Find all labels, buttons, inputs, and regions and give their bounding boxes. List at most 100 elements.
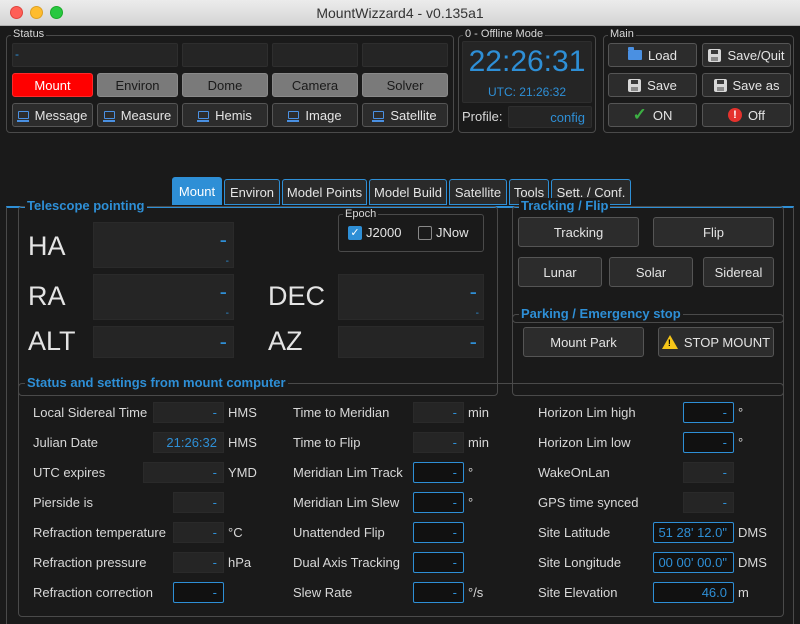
horizon-lim-high-field[interactable]: - <box>683 402 734 423</box>
on-button[interactable]: ✓ ON <box>608 103 697 127</box>
jnow-label: JNow <box>436 225 469 240</box>
hemis-window-button[interactable]: Hemis <box>182 103 268 127</box>
checkbox-unchecked-icon <box>418 225 432 240</box>
image-label: Image <box>305 107 342 123</box>
julian-date-label: Julian Date <box>33 435 99 450</box>
status-slot-4 <box>362 43 448 67</box>
tab-environ[interactable]: Environ <box>224 179 280 205</box>
save-as-button[interactable]: Save as <box>702 73 791 97</box>
off-button[interactable]: ! Off <box>702 103 791 127</box>
monitor-icon <box>16 111 29 122</box>
monitor-icon <box>287 111 300 122</box>
slew-rate-field[interactable]: - <box>413 582 464 603</box>
mount-park-button[interactable]: Mount Park <box>523 327 644 357</box>
refraction-temperature-unit: °C <box>228 525 243 540</box>
status-slot-3 <box>272 43 358 67</box>
image-window-button[interactable]: Image <box>272 103 358 127</box>
sidereal-button[interactable]: Sidereal <box>703 257 774 287</box>
az-label: AZ <box>268 326 303 356</box>
refraction-temperature-value: - <box>173 522 224 543</box>
pierside-value: - <box>173 492 224 513</box>
time-to-meridian-unit: min <box>468 405 489 420</box>
checkbox-checked-icon: ✓ <box>348 225 362 240</box>
save-icon <box>708 48 722 62</box>
dome-status-button[interactable]: Dome <box>182 73 268 97</box>
pierside-label: Pierside is <box>33 495 93 510</box>
alt-field: - <box>93 326 234 358</box>
tab-model-points[interactable]: Model Points <box>282 179 367 205</box>
profile-field: config <box>508 106 592 128</box>
site-latitude-unit: DMS <box>738 525 767 540</box>
message-label: Message <box>34 107 88 123</box>
environ-status-button[interactable]: Environ <box>97 73 178 97</box>
main-group-title: Main <box>608 28 636 40</box>
site-longitude-field[interactable]: 00 00' 00.0" <box>653 552 734 573</box>
status-group-title: Status <box>11 28 47 40</box>
telescope-pointing-title: Telescope pointing <box>25 198 147 213</box>
mount-status-title: Status and settings from mount computer <box>25 375 288 390</box>
dual-axis-tracking-field[interactable]: - <box>413 552 464 573</box>
window-title: MountWizzard4 - v0.135a1 <box>316 5 484 21</box>
profile-label: Profile: <box>462 109 503 124</box>
dual-axis-tracking-label: Dual Axis Tracking <box>293 555 400 570</box>
camera-status-button[interactable]: Camera <box>272 73 358 97</box>
site-elevation-field[interactable]: 46.0 <box>653 582 734 603</box>
solver-status-button[interactable]: Solver <box>362 73 448 97</box>
refraction-correction-label: Refraction correction <box>33 585 153 600</box>
jnow-checkbox[interactable]: JNow <box>418 225 469 240</box>
solar-button[interactable]: Solar <box>609 257 693 287</box>
mount-status-button[interactable]: Mount <box>12 73 93 97</box>
tab-satellite[interactable]: Satellite <box>449 179 507 205</box>
time-to-flip-value: - <box>413 432 464 453</box>
horizon-lim-low-label: Horizon Lim low <box>538 435 631 450</box>
save-icon <box>713 78 727 92</box>
utc-expires-value: - <box>143 462 224 483</box>
utc-time: UTC: 21:26:32 <box>487 85 567 99</box>
site-longitude-unit: DMS <box>738 555 767 570</box>
horizon-lim-low-field[interactable]: - <box>683 432 734 453</box>
ha-subvalue: - <box>225 256 229 267</box>
az-value: - <box>469 329 477 354</box>
horizon-lim-low-unit: ° <box>738 435 744 450</box>
site-elevation-unit: m <box>738 585 749 600</box>
dec-label: DEC <box>268 281 326 311</box>
unattended-flip-label: Unattended Flip <box>293 525 385 540</box>
tab-mount[interactable]: Mount <box>172 177 222 205</box>
stop-mount-button[interactable]: ! STOP MOUNT <box>658 327 774 357</box>
j2000-checkbox[interactable]: ✓ J2000 <box>348 225 401 240</box>
unattended-flip-field[interactable]: - <box>413 522 464 543</box>
tab-model-build[interactable]: Model Build <box>369 179 447 205</box>
save-button[interactable]: Save <box>608 73 697 97</box>
horizon-lim-high-label: Horizon Lim high <box>538 405 636 420</box>
gps-time-synced-label: GPS time synced <box>538 495 639 510</box>
measure-window-button[interactable]: Measure <box>97 103 178 127</box>
local-sidereal-time-value: - <box>153 402 224 423</box>
load-button[interactable]: Load <box>608 43 697 67</box>
site-latitude-field[interactable]: 51 28' 12.0" <box>653 522 734 543</box>
load-label: Load <box>648 47 677 63</box>
off-label: Off <box>747 107 766 123</box>
ra-value: - <box>219 279 227 304</box>
tracking-button[interactable]: Tracking <box>518 217 639 247</box>
save-label: Save <box>647 77 677 93</box>
refraction-correction-field[interactable]: - <box>173 582 224 603</box>
satellite-window-button[interactable]: Satellite <box>362 103 448 127</box>
profile-value: config <box>550 110 585 125</box>
j2000-label: J2000 <box>366 225 402 240</box>
satellite-label: Satellite <box>390 107 437 123</box>
flip-button[interactable]: Flip <box>653 217 774 247</box>
meridian-lim-track-field[interactable]: - <box>413 462 464 483</box>
monitor-icon <box>102 111 115 122</box>
status-message-field: - <box>12 43 178 67</box>
save-quit-button[interactable]: Save/Quit <box>702 43 791 67</box>
message-window-button[interactable]: Message <box>12 103 93 127</box>
ra-subvalue: - <box>225 308 229 319</box>
tracking-title: Tracking / Flip <box>519 198 611 213</box>
dec-subvalue: - <box>475 308 479 319</box>
utc-expires-unit: YMD <box>228 465 257 480</box>
meridian-lim-slew-field[interactable]: - <box>413 492 464 513</box>
folder-icon <box>628 47 643 60</box>
refraction-pressure-value: - <box>173 552 224 573</box>
lunar-button[interactable]: Lunar <box>518 257 602 287</box>
meridian-lim-slew-unit: ° <box>468 495 474 510</box>
